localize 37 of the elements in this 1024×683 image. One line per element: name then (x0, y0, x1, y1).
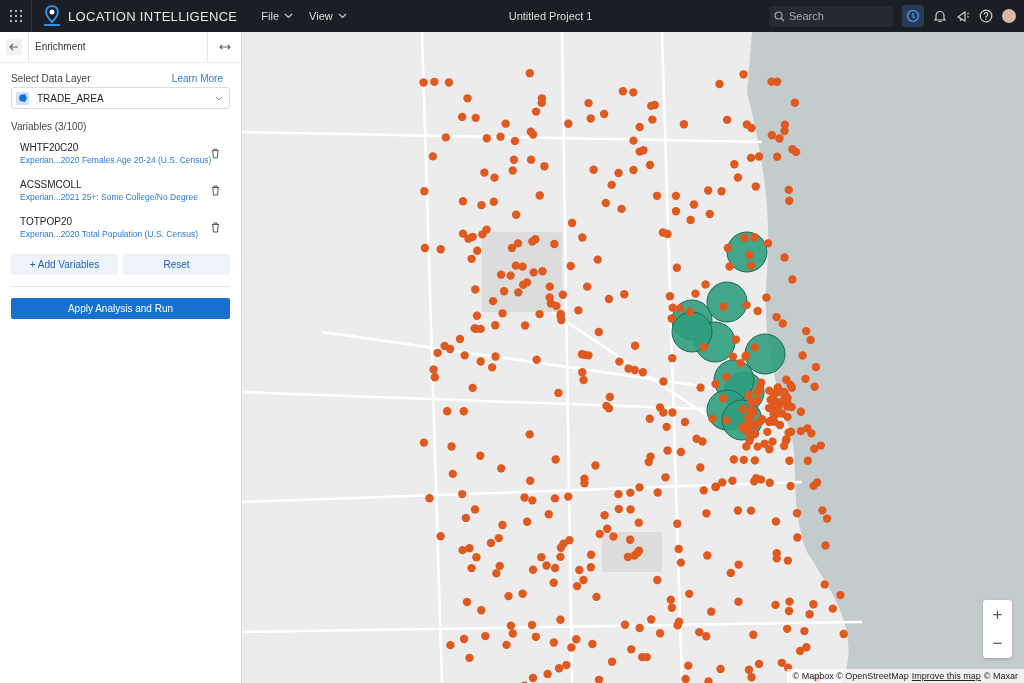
zoom-out-button[interactable]: − (983, 629, 1012, 658)
chevron-down-icon (337, 13, 347, 19)
megaphone-icon[interactable] (956, 9, 970, 23)
variables-label: Variables (3/100) (11, 121, 88, 132)
search-field[interactable]: Search (769, 5, 893, 27)
menu-button[interactable]: File (259, 8, 296, 24)
chevron-down-icon (215, 95, 223, 101)
secondary-button[interactable]: Reset (123, 254, 230, 275)
location-pin-logo-icon (42, 5, 62, 27)
polygon-layer-icon (16, 91, 29, 105)
panel-title: Enrichment (28, 32, 207, 62)
data-layer-dropdown[interactable]: TRADE_AREA (11, 87, 230, 109)
delete-icon[interactable] (211, 148, 220, 159)
variable-code: ACSSMCOLL (20, 179, 83, 190)
improve-map-link[interactable]: Improve this map (911, 671, 981, 681)
app-name: LOCATION INTELLIGENCE (68, 8, 238, 24)
history-clock-icon[interactable] (902, 5, 924, 27)
notification-bell-icon[interactable] (933, 9, 947, 23)
secondary-button[interactable]: + Add Variables (11, 254, 118, 275)
variable-code: WHTF20C20 (20, 142, 80, 153)
learn-more-link[interactable]: Learn More (171, 73, 223, 84)
variable-description: Experian...2021 25+: Some College/No Degree (20, 192, 199, 202)
zoom-in-button[interactable]: + (983, 600, 1012, 629)
variable-description: Experian...2020 Females Age 20-24 (U.S. Census) (20, 155, 212, 165)
help-icon[interactable] (979, 9, 993, 23)
delete-icon[interactable] (211, 222, 220, 233)
menu-button[interactable]: View (307, 8, 349, 24)
attribution-text: © Mapbox © OpenStreetMap (792, 671, 909, 681)
data-layer-label: Select Data Layer (11, 73, 91, 84)
project-title: Untitled Project 1 (508, 10, 593, 22)
apply-run-button[interactable]: Apply Analysis and Run (11, 298, 230, 319)
user-avatar[interactable] (1002, 9, 1016, 23)
attribution-text: © Maxar (983, 671, 1018, 681)
variable-code: TOTPOP20 (20, 216, 74, 227)
chevron-down-icon (284, 13, 294, 19)
variable-description: Experian...2020 Total Population (U.S. Census) (20, 229, 199, 239)
delete-icon[interactable] (211, 185, 220, 196)
